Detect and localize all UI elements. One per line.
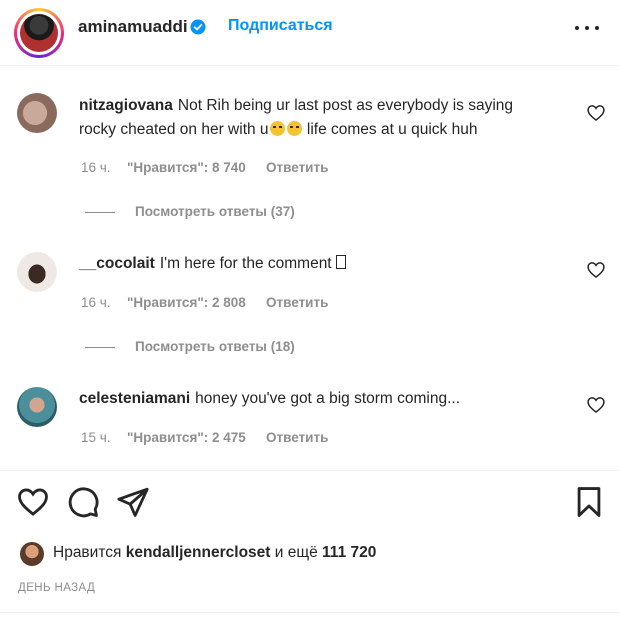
likes-summary: Нравится kendalljennercloset и ещё 111 7… [18, 540, 598, 570]
bookmark-icon[interactable] [572, 485, 606, 519]
reply-button[interactable]: Ответить [266, 295, 328, 310]
more-options-icon[interactable] [572, 18, 602, 38]
comment-likes[interactable]: "Нравится": 2 808 [127, 295, 246, 310]
likes-text: Нравится kendalljennercloset и ещё 111 7… [53, 544, 377, 561]
liked-by-username[interactable]: kendalljennercloset [126, 544, 271, 561]
comment-text: __cocolait I'm here for the comment [79, 252, 571, 276]
heart-icon[interactable] [586, 395, 606, 415]
reply-button[interactable]: Ответить [266, 430, 328, 445]
post-date[interactable]: ДЕНЬ НАЗАД [18, 582, 95, 594]
post-header: aminamuaddi Подписаться [0, 0, 620, 66]
verified-icon [190, 19, 206, 35]
comment-avatar[interactable] [17, 252, 57, 292]
follow-button[interactable]: Подписаться [228, 17, 333, 35]
comment-username[interactable]: celesteniamani [79, 390, 190, 407]
comment-likes[interactable]: "Нравится": 2 475 [127, 430, 246, 445]
likes-count[interactable]: 111 720 [322, 544, 376, 561]
comment-avatar[interactable] [17, 387, 57, 427]
comment-likes[interactable]: "Нравится": 8 740 [127, 160, 246, 175]
heart-icon[interactable] [586, 260, 606, 280]
heart-icon[interactable] [586, 103, 606, 123]
emoji-placeholder-icon [335, 255, 346, 269]
comment-time: 16 ч. [81, 295, 111, 310]
comment-time: 15 ч. [81, 430, 111, 445]
comment-text: celesteniamani honey you've got a big sto… [79, 390, 461, 407]
section-divider [0, 612, 620, 613]
post-actions [0, 485, 620, 525]
comment-username[interactable]: nitzagiovana [79, 97, 173, 114]
face-emoji-icon [269, 121, 285, 136]
comment-icon[interactable] [66, 485, 100, 519]
liker-avatar[interactable] [20, 542, 44, 566]
comment-time: 16 ч. [81, 160, 111, 175]
section-divider [0, 470, 620, 471]
profile-avatar[interactable] [14, 8, 64, 58]
divider-line [85, 347, 115, 348]
heart-icon[interactable] [16, 485, 50, 519]
header-username[interactable]: aminamuaddi [78, 17, 188, 37]
reply-button[interactable]: Ответить [266, 160, 328, 175]
comment-username[interactable]: __cocolait [79, 255, 155, 272]
comment-avatar[interactable] [17, 93, 57, 133]
comment-text: nitzagiovana Not Rih being ur last post a… [79, 97, 514, 138]
share-icon[interactable] [116, 485, 150, 519]
divider-line [85, 212, 115, 213]
face-emoji-icon [286, 121, 302, 136]
